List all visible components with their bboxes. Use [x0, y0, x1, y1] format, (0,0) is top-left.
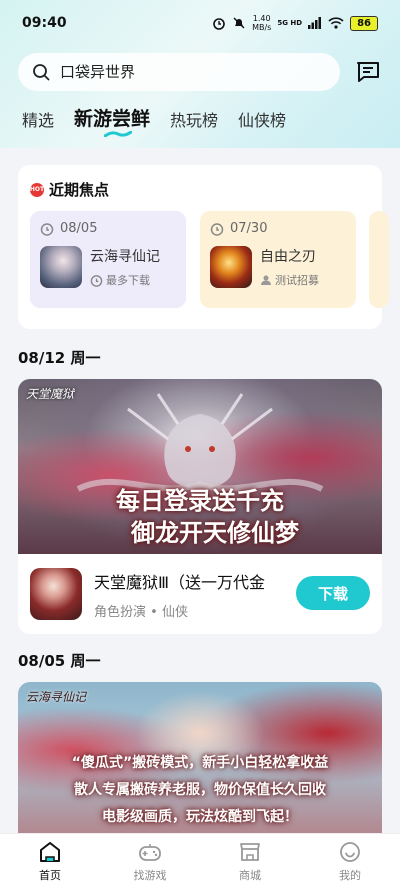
tab-label: 热玩榜 — [170, 111, 219, 130]
game-banner[interactable]: 天堂魔狱 每日登录送千充 御龙开天修仙梦 — [18, 379, 382, 554]
game-genre: 角色扮演 — [94, 604, 147, 620]
net-speed-unit: MB/s — [252, 23, 272, 32]
event-body: 自由之刃 测试招募 — [210, 246, 346, 288]
nav-find-games[interactable]: 找游戏 — [110, 840, 190, 883]
nav-label: 找游戏 — [133, 869, 167, 882]
message-icon — [357, 62, 379, 82]
tab-new-games[interactable]: 新游尝鲜 — [74, 104, 150, 137]
event-date-text: 07/30 — [230, 221, 268, 236]
game-text: 天堂魔狱Ⅲ（送一万代金 角色扮演 • 仙侠 — [94, 569, 265, 620]
main-content: HOT 近期焦点 08/05 云海寻仙记 最多下载 07/30 自由之刃 测试招… — [0, 148, 400, 833]
status-time: 09:40 — [22, 15, 67, 31]
game-meta: 角色扮演 • 仙侠 — [94, 601, 265, 620]
game-card[interactable]: 云海寻仙记 “傻瓜式”搬砖模式，新手小白轻松拿收益 散人专属搬砖养老服，物价保值… — [18, 682, 382, 833]
event-game-name: 云海寻仙记 — [90, 249, 160, 265]
tab-xianxia-chart[interactable]: 仙侠榜 — [238, 107, 286, 137]
clock-icon — [210, 222, 224, 236]
game-name: 天堂魔狱Ⅲ（送一万代金 — [94, 572, 266, 592]
event-tag: 最多下载 — [90, 272, 160, 288]
gamepad-icon — [139, 844, 161, 861]
focus-heading: HOT 近期焦点 — [30, 179, 109, 200]
store-icon — [240, 843, 260, 861]
banner-line: 散人专属搬砖养老服，物价保值长久回收 — [74, 782, 326, 798]
banner-logo: 天堂魔狱 — [26, 387, 75, 401]
search-row — [18, 52, 384, 92]
search-box[interactable] — [18, 53, 340, 91]
banner-headline: 每日登录送千充 — [116, 486, 284, 515]
bottom-navigation: 首页 找游戏 商城 我的 — [0, 833, 400, 889]
search-input[interactable] — [60, 63, 290, 81]
search-icon — [33, 64, 50, 81]
event-card[interactable]: 08/05 云海寻仙记 最多下载 — [30, 211, 186, 308]
game-thumbnail — [210, 246, 252, 288]
game-thumbnail — [40, 246, 82, 288]
event-date-text: 08/05 — [60, 221, 98, 236]
banner-subline: 御龙开天修仙梦 — [131, 518, 299, 547]
net-speed: 1.40 MB/s — [252, 14, 271, 32]
tab-label: 精选 — [22, 111, 55, 130]
event-text: 自由之刃 测试招募 — [260, 246, 319, 288]
status-bar: 09:40 1.40 MB/s 5G HD 86 — [0, 0, 400, 46]
nav-label: 商城 — [239, 869, 261, 882]
tab-label: 仙侠榜 — [238, 111, 287, 130]
smile-icon — [340, 842, 360, 862]
event-game-name: 自由之刃 — [260, 249, 316, 265]
date-heading: 08/05 周一 — [18, 652, 101, 670]
event-body: 云海寻仙记 最多下载 — [40, 246, 176, 288]
home-icon — [40, 842, 60, 862]
mute-icon — [233, 17, 245, 29]
meta-separator: • — [150, 604, 162, 620]
game-banner[interactable]: 云海寻仙记 “傻瓜式”搬砖模式，新手小白轻松拿收益 散人专属搬砖养老服，物价保值… — [18, 682, 382, 833]
battery-indicator: 86 — [350, 15, 378, 31]
nav-label: 我的 — [339, 869, 361, 882]
hot-badge: HOT — [30, 182, 44, 197]
event-text: 云海寻仙记 最多下载 — [90, 246, 160, 288]
recent-focus-card: HOT 近期焦点 08/05 云海寻仙记 最多下载 07/30 自由之刃 测试招… — [18, 165, 389, 329]
tab-hot-chart[interactable]: 热玩榜 — [170, 107, 218, 137]
event-tag-text: 最多下载 — [106, 274, 150, 287]
net-speed-value: 1.40 — [252, 14, 271, 23]
event-tag: 测试招募 — [260, 272, 319, 288]
event-date: 08/05 — [40, 221, 176, 236]
nav-label: 首页 — [39, 869, 61, 882]
wifi-icon — [328, 17, 344, 29]
clock-icon — [90, 274, 103, 287]
game-icon — [30, 568, 82, 620]
tab-label: 新游尝鲜 — [74, 108, 151, 130]
event-card-partial[interactable] — [369, 211, 389, 308]
active-tab-underline — [104, 131, 133, 137]
signal-label: 5G HD — [277, 19, 303, 27]
signal-icon — [308, 17, 322, 29]
game-subgenre: 仙侠 — [161, 604, 188, 620]
event-card[interactable]: 07/30 自由之刃 测试招募 — [200, 211, 356, 308]
focus-title: 近期焦点 — [49, 181, 110, 199]
clock-icon — [40, 222, 54, 236]
date-heading: 08/12 周一 — [18, 349, 101, 367]
banner-line: 电影级画质，玩法炫酷到飞起！ — [102, 809, 298, 825]
message-button[interactable] — [352, 56, 384, 88]
game-info: 天堂魔狱Ⅲ（送一万代金 角色扮演 • 仙侠 下载 — [18, 554, 382, 634]
nav-profile[interactable]: 我的 — [310, 840, 390, 883]
event-tag-text: 测试招募 — [275, 274, 319, 287]
alarm-icon — [213, 18, 225, 30]
tab-featured[interactable]: 精选 — [22, 107, 54, 137]
status-icons: 1.40 MB/s 5G HD 86 — [212, 14, 378, 32]
banner-line: “傻瓜式”搬砖模式，新手小白轻松拿收益 — [71, 755, 329, 771]
nav-store[interactable]: 商城 — [210, 840, 290, 883]
event-date: 07/30 — [210, 221, 346, 236]
banner-logo: 云海寻仙记 — [26, 690, 87, 704]
nav-home[interactable]: 首页 — [10, 840, 90, 883]
category-tabs: 精选 新游尝鲜 热玩榜 仙侠榜 — [22, 104, 286, 137]
person-icon — [261, 275, 271, 285]
download-button[interactable]: 下载 — [296, 576, 370, 610]
game-card[interactable]: 天堂魔狱 每日登录送千充 御龙开天修仙梦 天堂魔狱Ⅲ（送一万代金 角色扮演 • … — [18, 379, 382, 634]
